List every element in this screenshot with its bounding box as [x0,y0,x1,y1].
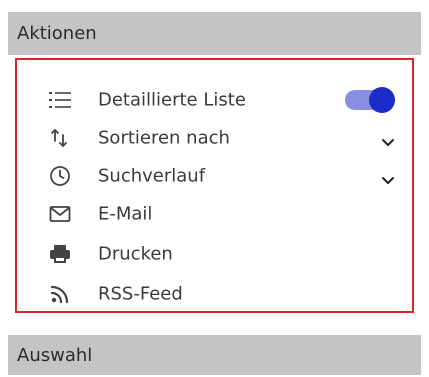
action-detailed-list[interactable]: Detaillierte Liste [17,81,412,119]
chevron-down-icon[interactable] [381,133,395,146]
action-search-history[interactable]: Suchverlauf [17,157,412,195]
detailed-list-toggle[interactable] [345,87,395,113]
toggle-knob [369,87,395,113]
clock-icon [49,165,71,187]
chevron-down-icon[interactable] [381,171,395,184]
section-header-actions[interactable]: Aktionen [8,12,421,55]
list-icon [49,89,71,111]
printer-icon [49,243,71,265]
action-email[interactable]: E-Mail [17,195,412,233]
action-label: Detaillierte Liste [98,89,246,111]
action-print[interactable]: Drucken [17,235,412,273]
action-rss-feed[interactable]: RSS-Feed [17,275,412,313]
section-title-actions: Aktionen [17,23,97,44]
section-title-selection: Auswahl [17,345,93,366]
sort-arrows-icon [49,127,71,149]
action-label: E-Mail [98,203,153,225]
action-label: Drucken [98,243,173,265]
action-label: Suchverlauf [98,165,206,187]
section-header-selection[interactable]: Auswahl [8,335,421,375]
action-label: RSS-Feed [98,283,183,305]
rss-icon [49,283,71,305]
mail-icon [49,203,71,225]
action-label: Sortieren nach [98,127,230,149]
action-sort-by[interactable]: Sortieren nach [17,119,412,157]
actions-panel: Detaillierte Liste Sortieren nach Suchve… [15,58,414,313]
